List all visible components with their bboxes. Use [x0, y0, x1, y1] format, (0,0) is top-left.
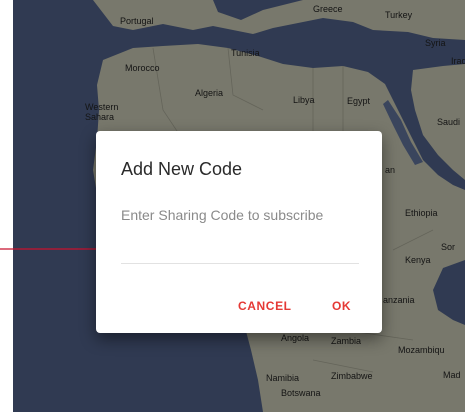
- sharing-code-input[interactable]: [121, 201, 359, 264]
- screen: Portugal Greece Turkey Tunisia Syria Ira…: [0, 0, 465, 412]
- add-code-dialog: Add New Code Enter Sharing Code to subsc…: [96, 131, 382, 333]
- ok-button[interactable]: OK: [332, 299, 351, 313]
- cancel-button[interactable]: CANCEL: [238, 299, 292, 313]
- dialog-title: Add New Code: [121, 159, 243, 179]
